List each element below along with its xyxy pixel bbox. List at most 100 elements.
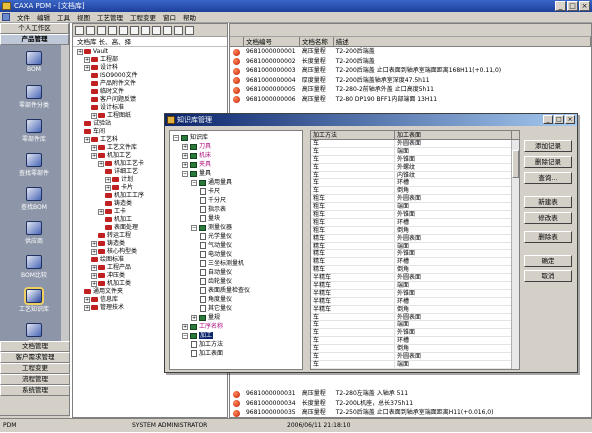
knowledge-tree-node[interactable]: 光学量仪 (200, 233, 232, 241)
knowledge-tree-node[interactable]: − 测量仪器 (191, 224, 232, 232)
nav-scrollbar[interactable] (61, 45, 69, 341)
knowledge-tree-node[interactable]: 三坐标测量机 (200, 260, 244, 268)
tree-node[interactable]: + 设计科 (84, 64, 118, 72)
tree-node[interactable]: 机加工工序 (105, 192, 144, 200)
nav-personal-workspace[interactable]: 个人工作区 (0, 23, 69, 34)
grid-row[interactable]: 车倒角 (311, 345, 519, 354)
knowledge-tree-node[interactable]: 千分尺 (200, 197, 226, 205)
grid-row[interactable]: 车内锥纹 (311, 171, 519, 180)
grid-row[interactable]: 车环槽 (311, 179, 519, 188)
expand-icon[interactable]: + (98, 208, 104, 215)
knowledge-tree-node[interactable]: − 加工 (182, 332, 214, 340)
tree-node[interactable]: 客户问题反馈 (91, 96, 136, 104)
nav-customer-requirements[interactable]: 客户需求管理 (0, 352, 70, 363)
menu-change[interactable]: 工程变更 (130, 12, 156, 22)
expand-icon[interactable]: + (98, 160, 104, 167)
grid-scrollbar[interactable] (511, 140, 519, 369)
grid-col-method[interactable]: 加工方法 (311, 131, 395, 139)
tree-node[interactable]: + 计划 (105, 176, 133, 184)
expand-icon[interactable]: + (182, 152, 188, 159)
nav-engineering-change[interactable]: 工程变更 (0, 363, 70, 374)
knowledge-tree-node[interactable]: 齿轮量仪 (200, 278, 232, 286)
grid-row[interactable]: 车外圆表面 (311, 140, 519, 148)
tree-node[interactable]: + 工卡 (98, 208, 126, 216)
grid-row[interactable]: 精车 外锥面 (311, 250, 519, 259)
list-row[interactable]: 9681000000003 高压量程 T2-200后端盖 止口表面到轴承室端面距离1… (230, 66, 591, 76)
tree-node[interactable]: 临时文件 (91, 88, 124, 96)
filter-icon[interactable] (152, 25, 161, 35)
grid-row[interactable]: 车外锥面 (311, 155, 519, 164)
expand-icon[interactable]: + (91, 248, 97, 255)
delete-icon[interactable] (86, 25, 95, 35)
tree-node[interactable]: ISO9000文件 (91, 72, 138, 80)
expand-icon[interactable]: + (91, 264, 97, 271)
menu-window[interactable]: 窗口 (163, 12, 176, 22)
knowledge-tree[interactable]: − 知识库 + 刀具 + 机床 + 夹具 − 量具 − 通用量具 卡尺 千分尺 指示表 量块 − 测量仪器 光学量仪… (169, 130, 303, 370)
expand-icon[interactable]: − (182, 332, 188, 339)
grid-row[interactable]: 车端面 (311, 147, 519, 156)
view-icon[interactable] (174, 25, 183, 35)
grid-col-surface[interactable]: 加工表面 (395, 131, 512, 139)
grid-row[interactable]: 车端面 (311, 321, 519, 330)
tree-node[interactable]: + 机加工艺卡 (98, 160, 144, 168)
nav-item-find-bom[interactable]: 查找BOM (0, 187, 68, 211)
stop-icon[interactable] (108, 25, 117, 35)
tree-node[interactable]: 设计标准 (91, 104, 124, 112)
tree-node[interactable]: + 工艺科 (84, 136, 118, 144)
nav-item-bom[interactable]: BOM (0, 51, 68, 73)
expand-icon[interactable]: + (182, 161, 188, 168)
nav-item-process-knowledge[interactable]: 工艺知识库 (0, 289, 68, 313)
tree-node[interactable]: 试验站 (84, 120, 111, 128)
nav-item-part-library[interactable]: 零部件库 (0, 119, 68, 143)
minimize-button[interactable]: _ (555, 1, 566, 11)
list-row[interactable]: 9681000000005 高压量程 T2-280-2前轴承外盖 止口高度5h11 (230, 85, 591, 95)
knowledge-tree-node[interactable]: 量块 (200, 215, 220, 223)
tree-node[interactable]: 绘图标准 (91, 256, 124, 264)
tree-node[interactable]: 表面处理 (105, 224, 138, 232)
grid-row[interactable]: 半精车 环槽 (311, 297, 519, 306)
list-row[interactable]: 9681000000034 长度量程 T2-200L机座，总长375h11 (230, 399, 591, 409)
dialog-minimize-button[interactable]: _ (543, 115, 553, 124)
close-button[interactable]: × (579, 1, 590, 11)
expand-icon[interactable]: + (91, 280, 97, 287)
grid-row[interactable]: 粗车 外圆表面 (311, 195, 519, 204)
tree-node[interactable]: 通用文件夹 (84, 288, 123, 296)
tree-node[interactable]: + 卡片 (105, 184, 133, 192)
expand-icon[interactable]: + (84, 304, 90, 311)
expand-icon[interactable]: + (91, 240, 97, 247)
expand-icon[interactable]: − (173, 134, 179, 141)
nav-system-management[interactable]: 系统管理 (0, 385, 70, 396)
grid-row[interactable]: 车外螺纹 (311, 163, 519, 172)
knowledge-tree-node[interactable]: − 量具 (182, 170, 211, 178)
knowledge-tree-node[interactable]: 气动量仪 (200, 242, 232, 250)
tree-node[interactable]: + 机加工类 (91, 280, 131, 288)
nav-product-management[interactable]: 产品管理 (0, 34, 69, 45)
nav-workflow-management[interactable]: 流程管理 (0, 374, 70, 385)
menu-edit[interactable]: 编辑 (37, 12, 50, 22)
knowledge-tree-node[interactable]: 加工方法 (191, 341, 223, 349)
expand-icon[interactable]: + (105, 176, 111, 183)
grid-row[interactable]: 粗车 外锥面 (311, 211, 519, 219)
sort-icon[interactable] (185, 25, 194, 35)
tree-node[interactable]: + 工程部 (84, 56, 118, 64)
refresh-icon[interactable] (97, 25, 106, 35)
grid-row[interactable]: 车外圆表面 (311, 353, 519, 361)
dialog-close-button[interactable]: × (565, 115, 575, 124)
system-menu-icon[interactable] (2, 13, 10, 21)
delete-table-button[interactable]: 删除表 (524, 231, 572, 243)
tree-node[interactable]: + 工艺文件库 (91, 144, 137, 152)
knowledge-tree-node[interactable]: 电动量仪 (200, 251, 232, 259)
cancel-button[interactable]: 取消 (524, 270, 572, 282)
table-icon[interactable] (130, 25, 139, 35)
knowledge-tree-node[interactable]: 卡尺 (200, 188, 220, 196)
knowledge-tree-node[interactable]: + 机床 (182, 152, 211, 160)
nav-item-bom-compare[interactable]: BOM比较 (0, 255, 68, 279)
list-row[interactable]: 9681000000004 厚度量程 T2-200后端盖轴承室深度47.5h11 (230, 76, 591, 86)
grid-row[interactable]: 半精车 端面 (311, 282, 519, 290)
tree-node[interactable]: + 管理技术 (84, 304, 124, 312)
tree-node[interactable]: 车间 (84, 128, 105, 136)
grid-row[interactable]: 粗车 环槽 (311, 218, 519, 227)
list-row[interactable]: 9681000000001 高压量程 T2-200后端盖 (230, 47, 591, 57)
list-row[interactable]: 9681000000035 高压量程 T2-250后端盖 止口表面到轴承室端面距离H… (230, 408, 591, 417)
grid-row[interactable]: 精车 环槽 (311, 258, 519, 267)
